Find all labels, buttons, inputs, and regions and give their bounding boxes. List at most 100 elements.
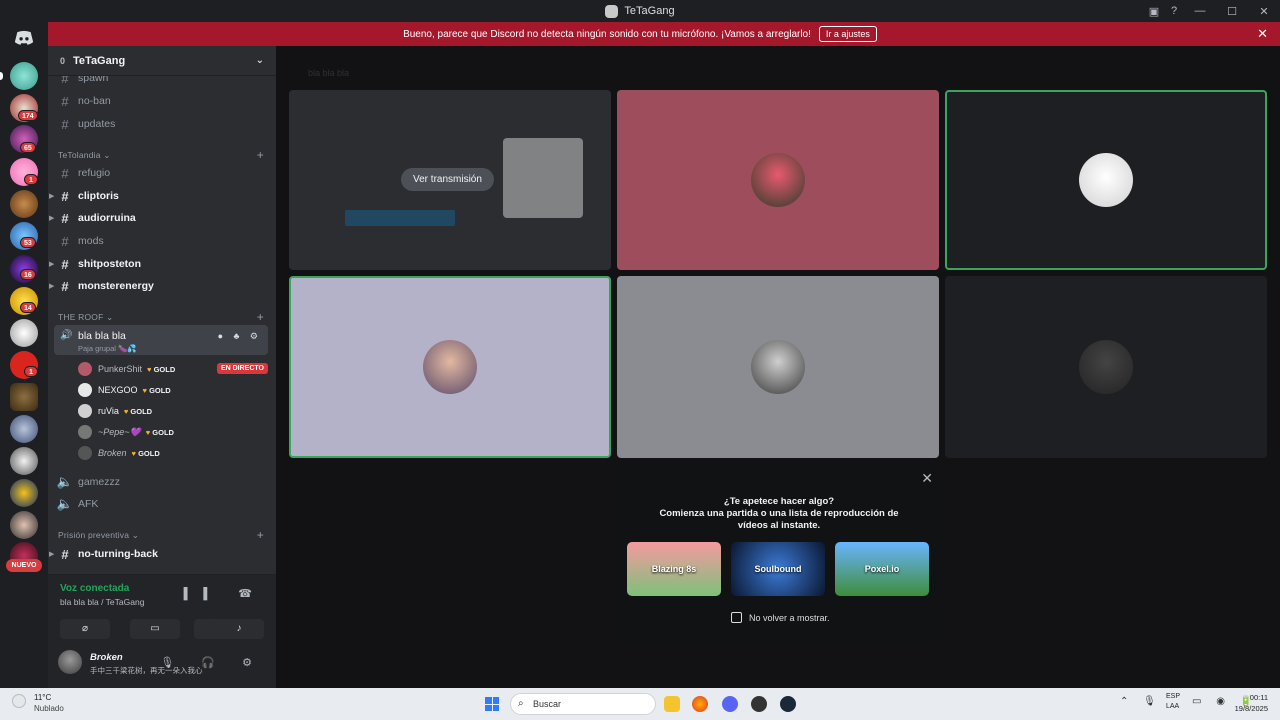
- add-channel-icon[interactable]: +: [257, 528, 264, 542]
- user-tile[interactable]: [945, 276, 1267, 458]
- obs-icon[interactable]: [751, 696, 767, 712]
- badge-count: 53: [20, 237, 36, 248]
- live-badge[interactable]: EN DIRECTO: [216, 363, 268, 374]
- maximize-button[interactable]: ☐: [1216, 5, 1248, 18]
- keyboard-layout: LAA: [1166, 703, 1180, 710]
- watch-stream-button[interactable]: Ver transmisión: [401, 168, 494, 191]
- screen-share-button[interactable]: ▭: [130, 619, 180, 639]
- server-boost-count: 0: [60, 55, 66, 66]
- user-tile-speaking[interactable]: [945, 90, 1267, 270]
- voice-member[interactable]: ~Pepe~💜 GOLD: [78, 423, 268, 441]
- clock[interactable]: 00:11 19/8/2025: [1235, 692, 1268, 714]
- windows-taskbar: 11°C Nublado ⌕ Buscar ⌃ 🎙 ESP LAA ▭ ◉ 🔋 …: [0, 688, 1280, 720]
- server-icon-12[interactable]: [10, 415, 38, 443]
- channel-label: audiorruina: [78, 212, 136, 224]
- channel-spawn[interactable]: # spawn: [56, 76, 268, 88]
- camera-off-button[interactable]: ⌀: [60, 619, 110, 639]
- discord-taskbar-icon[interactable]: [722, 696, 738, 712]
- channel-no-turning-back[interactable]: ▶ # no-turning-back: [49, 544, 268, 564]
- avatar: [78, 425, 92, 439]
- minimize-button[interactable]: —: [1184, 5, 1216, 17]
- tray-icons[interactable]: ⌃ 🎙: [1120, 696, 1162, 707]
- avatar: [751, 340, 805, 394]
- badge-count: 174: [18, 110, 38, 121]
- hash-icon: #: [61, 256, 69, 272]
- voice-member[interactable]: ruVia GOLD: [78, 402, 268, 420]
- channel-label: monsterenergy: [78, 280, 154, 292]
- new-badge: NUEVO: [6, 559, 42, 572]
- server-icon-1[interactable]: [10, 62, 38, 90]
- user-name[interactable]: Broken: [90, 652, 123, 663]
- game-card-blazing-8s[interactable]: Blazing 8s: [627, 542, 721, 596]
- category-the-roof[interactable]: THE ROOF ⌄ +: [58, 310, 268, 324]
- game-card-soulbound[interactable]: Soulbound: [731, 542, 825, 596]
- help-icon[interactable]: ?: [1164, 5, 1184, 17]
- voice-connected-label[interactable]: Voz conectada: [60, 583, 129, 594]
- channel-label: refugio: [78, 167, 111, 179]
- channel-cliptoris[interactable]: ▶ # cliptoris: [49, 186, 268, 206]
- game-card-poxel-io[interactable]: Poxel.io: [835, 542, 929, 596]
- search-icon: ⌕: [518, 698, 524, 709]
- add-channel-icon[interactable]: +: [257, 310, 264, 324]
- channel-refugio[interactable]: # refugio: [56, 163, 268, 183]
- user-controls[interactable]: 🎙 🎧 ⚙: [160, 656, 264, 669]
- category-prision-preventiva[interactable]: Prisión preventiva ⌄ +: [58, 528, 268, 542]
- activity-suggestion-popup: ✕ ¿Te apetece hacer algo? Comienza una p…: [617, 464, 941, 644]
- soundboard-button[interactable]: ♪: [214, 619, 264, 639]
- chevron-down-icon: ⌄: [255, 55, 264, 66]
- channel-shitposteton[interactable]: ▶ # shitposteton: [49, 254, 268, 274]
- channel-label: no-ban: [78, 95, 111, 107]
- voice-panel-icons[interactable]: ▌▌ ☎: [184, 587, 264, 600]
- channel-monsterenergy[interactable]: ▶ # monsterenergy: [49, 276, 268, 296]
- channel-audiorruina[interactable]: ▶ # audiorruina: [49, 208, 268, 228]
- user-tile[interactable]: [617, 90, 939, 270]
- badge-count: 14: [20, 302, 36, 313]
- language-indicator[interactable]: ESP LAA: [1166, 692, 1180, 712]
- server-icon-9[interactable]: [10, 319, 38, 347]
- server-icon-15[interactable]: [10, 511, 38, 539]
- channel-no-ban[interactable]: # no-ban: [56, 91, 268, 111]
- voice-member[interactable]: Broken GOLD: [78, 444, 268, 462]
- file-explorer-icon[interactable]: [664, 696, 680, 712]
- caret-right-icon: ▶: [49, 283, 55, 290]
- user-tile[interactable]: [617, 276, 939, 458]
- voice-member[interactable]: NEXGOO GOLD: [78, 381, 268, 399]
- start-button[interactable]: [485, 697, 499, 711]
- avatar: [751, 153, 805, 207]
- server-icon-5[interactable]: [10, 190, 38, 218]
- banner-close-icon[interactable]: ✕: [1257, 26, 1268, 42]
- steam-icon[interactable]: [780, 696, 796, 712]
- voice-channel-gamezzz[interactable]: 🔈 gamezzz: [56, 472, 268, 492]
- server-icon-14[interactable]: [10, 479, 38, 507]
- voice-location[interactable]: bla bla bla / TeTaGang: [60, 597, 144, 607]
- channel-mods[interactable]: # mods: [56, 231, 268, 251]
- user-tile-speaking[interactable]: [289, 276, 611, 458]
- voice-member[interactable]: PunkerShit GOLD EN DIRECTO: [78, 360, 268, 378]
- server-header[interactable]: 0 TeTaGang ⌄: [48, 46, 276, 76]
- user-avatar[interactable]: [58, 650, 82, 674]
- checkbox[interactable]: [731, 612, 742, 623]
- server-rail: 174 65 1 53 16 14 1 NUEVO: [0, 22, 48, 688]
- stream-tile[interactable]: Ver transmisión: [289, 90, 611, 270]
- voice-channel-actions[interactable]: ● ♣ ⚙: [218, 331, 262, 342]
- go-to-settings-button[interactable]: Ir a ajustes: [818, 26, 877, 42]
- add-channel-icon[interactable]: +: [257, 148, 264, 162]
- channel-label: gamezzz: [78, 476, 121, 488]
- taskbar-search[interactable]: ⌕ Buscar: [510, 693, 656, 715]
- activity-prompt: ¿Te apetece hacer algo? Comienza una par…: [617, 496, 941, 532]
- inbox-icon[interactable]: ▣: [1144, 5, 1164, 18]
- avatar: [78, 383, 92, 397]
- voice-channel-afk[interactable]: 🔈 AFK: [56, 494, 268, 514]
- dont-show-again-checkbox[interactable]: No volver a mostrar.: [731, 612, 830, 623]
- voice-channel-name: bla bla bla: [78, 330, 126, 342]
- voice-channel-bla-bla-bla[interactable]: 🔊 bla bla bla Paja grupal 🍆💦 ● ♣ ⚙: [54, 325, 268, 355]
- close-icon[interactable]: ✕: [921, 470, 933, 487]
- discord-home-icon[interactable]: [14, 30, 34, 46]
- server-icon-13[interactable]: [10, 447, 38, 475]
- firefox-icon[interactable]: [692, 696, 708, 712]
- hash-icon: #: [61, 116, 69, 132]
- channel-updates[interactable]: # updates: [56, 114, 268, 134]
- close-window-button[interactable]: ✕: [1248, 5, 1280, 18]
- category-tetolandia[interactable]: TeTolandia ⌄ +: [58, 148, 268, 162]
- server-icon-11[interactable]: [10, 383, 38, 411]
